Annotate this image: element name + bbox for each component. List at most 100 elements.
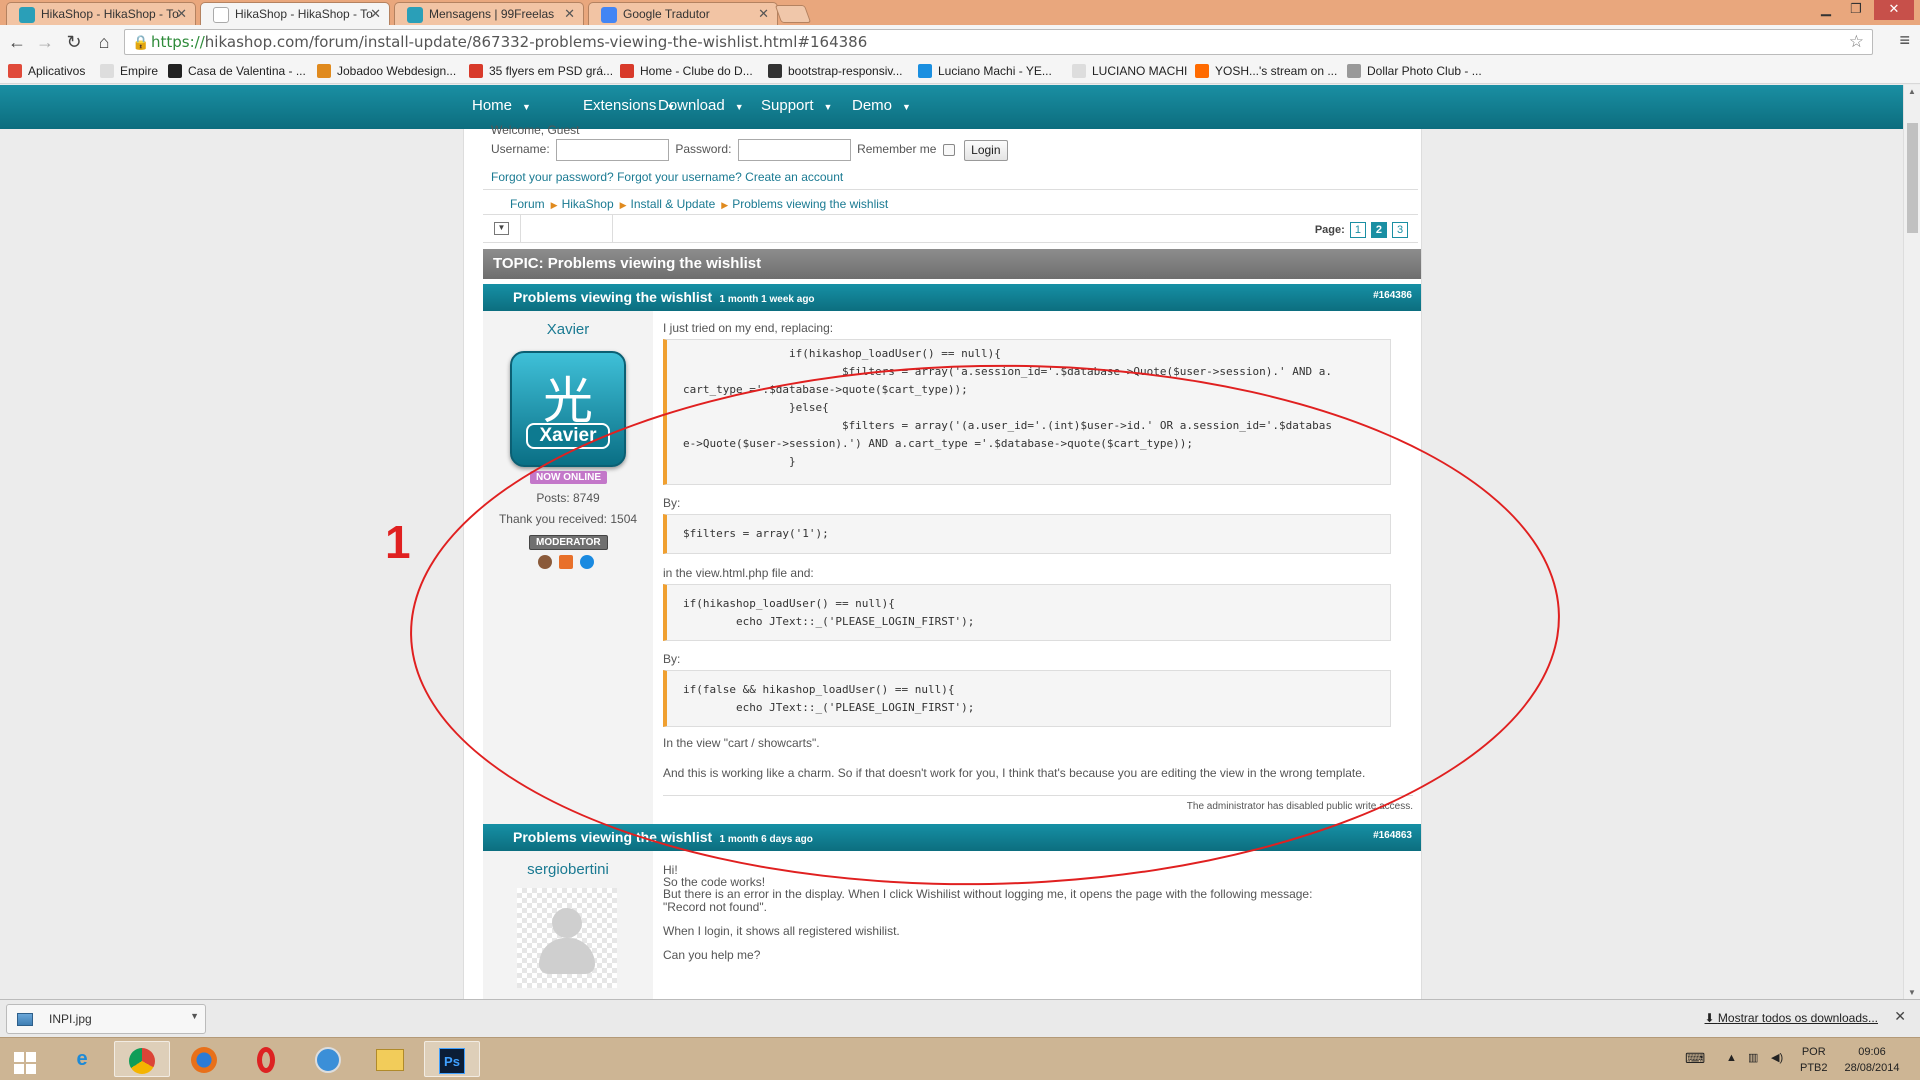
bookmark-item[interactable]: Home - Clube do D... — [620, 64, 753, 78]
keyboard-icon[interactable]: ⌨ — [1685, 1050, 1705, 1066]
reload-icon[interactable]: ↻ — [63, 32, 85, 52]
globe-icon[interactable] — [580, 555, 594, 569]
post-title[interactable]: Problems viewing the wishlist — [513, 289, 712, 305]
username-input[interactable] — [556, 139, 670, 161]
clock-date: 28/08/2014 — [1844, 1062, 1900, 1074]
tab-close-icon[interactable]: ✕ — [370, 6, 381, 22]
bookmark-favicon-icon — [8, 64, 22, 78]
browser-tab-3[interactable]: Mensagens | 99Freelas ✕ — [394, 2, 584, 25]
photoshop-icon[interactable]: Ps — [424, 1041, 480, 1077]
nav-demo-label: Demo — [852, 97, 893, 114]
browser-tab-2[interactable]: HikaShop - HikaShop - To ✕ — [200, 2, 390, 26]
firefox-icon[interactable] — [176, 1041, 232, 1077]
minimize-icon[interactable]: ▁ — [1812, 0, 1840, 20]
home-website-icon[interactable] — [559, 555, 573, 569]
bookmark-item[interactable]: YOSH...'s stream on ... — [1195, 64, 1337, 78]
post-author-panel: Xavier 光 Xavier NOW ONLINE Posts: 8749 T… — [483, 311, 653, 824]
forgot-password-link[interactable]: Forgot your password? — [491, 170, 614, 184]
avatar[interactable]: 光 Xavier — [510, 351, 626, 467]
page-scrollbar[interactable]: ▲ ▼ — [1903, 85, 1920, 999]
file-explorer-icon[interactable] — [362, 1041, 418, 1077]
scrollbar-thumb[interactable] — [1907, 123, 1918, 233]
code-line: $filters = array('1'); — [683, 527, 829, 540]
nav-home-label: Home — [472, 97, 513, 114]
post-id-link[interactable]: #164863 — [1373, 830, 1412, 841]
show-all-downloads-link[interactable]: ⬇ Mostrar todos os downloads... — [1705, 1011, 1878, 1025]
nav-download[interactable]: Download ▼ — [658, 97, 744, 114]
remember-label: Remember me — [857, 142, 937, 157]
new-tab-button[interactable] — [774, 5, 812, 23]
breadcrumb-forum[interactable]: Forum — [510, 197, 545, 211]
tray-expand-icon[interactable]: ▲ — [1726, 1050, 1737, 1066]
dropdown-toggle-icon[interactable]: ▼ — [494, 222, 509, 235]
role-badge: MODERATOR — [529, 535, 608, 550]
author-name-link[interactable]: Xavier — [483, 321, 653, 338]
breadcrumb-hikashop[interactable]: HikaShop — [562, 197, 614, 211]
download-item[interactable]: INPI.jpg ▼ — [6, 1004, 206, 1034]
tab-title: Mensagens | 99Freelas — [429, 7, 555, 21]
window-close-icon[interactable]: ✕ — [1874, 0, 1914, 20]
language-indicator[interactable]: POR PTB2 — [1800, 1044, 1828, 1076]
breadcrumb-topic[interactable]: Problems viewing the wishlist — [732, 197, 888, 211]
avatar-placeholder-body — [539, 938, 595, 974]
code-block: if(hikashop_loadUser() == null){ $filter… — [663, 339, 1391, 485]
avatar[interactable] — [517, 888, 617, 988]
page-favicon-icon — [213, 7, 229, 23]
post-title[interactable]: Problems viewing the wishlist — [513, 829, 712, 845]
home-icon[interactable]: ⌂ — [93, 32, 115, 52]
chrome-menu-icon[interactable]: ≡ — [1899, 30, 1910, 51]
forward-arrow-icon[interactable]: → — [34, 32, 56, 52]
page-link-1[interactable]: 1 — [1349, 222, 1366, 238]
nav-home[interactable]: Home ▼ — [472, 97, 531, 114]
bookmark-item[interactable]: Casa de Valentina - ... — [168, 64, 306, 78]
browser-tab-4[interactable]: Google Tradutor ✕ — [588, 2, 778, 25]
bookmark-item[interactable]: Empire — [100, 64, 158, 78]
breadcrumb-install-update[interactable]: Install & Update — [631, 197, 716, 211]
user-profile-icon[interactable] — [538, 555, 552, 569]
back-arrow-icon[interactable]: ← — [6, 32, 28, 52]
remember-checkbox[interactable] — [942, 144, 955, 156]
bookmark-item[interactable]: LUCIANO MACHI — [1072, 64, 1187, 78]
close-download-shelf-icon[interactable]: ✕ — [1894, 1008, 1906, 1025]
clock[interactable]: 09:06 28/08/2014 — [1842, 1044, 1902, 1076]
chevron-down-icon[interactable]: ▼ — [190, 1011, 199, 1021]
login-button[interactable]: Login — [964, 139, 1008, 161]
windows-taskbar: e Ps ⌨ ▲ ▥ ◀) POR PTB2 09:06 28/08/2014 — [0, 1037, 1920, 1080]
volume-icon[interactable]: ◀) — [1771, 1050, 1783, 1066]
internet-explorer-icon[interactable]: e — [54, 1041, 110, 1077]
address-bar[interactable]: 🔒 https://hikashop.com/forum/install-upd… — [124, 29, 1873, 55]
maximize-icon[interactable]: ❐ — [1842, 0, 1870, 20]
password-input[interactable] — [737, 139, 851, 161]
bookmark-item[interactable]: Aplicativos — [8, 64, 85, 78]
bookmark-item[interactable]: bootstrap-responsiv... — [768, 64, 903, 78]
tab-close-icon[interactable]: ✕ — [176, 6, 187, 22]
nav-demo[interactable]: Demo ▼ — [852, 97, 911, 114]
nav-download-label: Download — [658, 97, 725, 114]
start-button[interactable] — [0, 1041, 56, 1077]
network-icon[interactable]: ▥ — [1748, 1050, 1758, 1066]
post-body: Hi! So the code works! But there is an err… — [663, 851, 1413, 999]
bookmark-item[interactable]: Luciano Machi - YE... — [918, 64, 1052, 78]
safari-icon[interactable] — [300, 1041, 356, 1077]
bookmark-item[interactable]: Dollar Photo Club - ... — [1347, 64, 1482, 78]
create-account-link[interactable]: Create an account — [745, 170, 843, 184]
browser-tab-1[interactable]: HikaShop - HikaShop - To ✕ — [6, 2, 196, 25]
page-link-3[interactable]: 3 — [1392, 222, 1408, 238]
tab-close-icon[interactable]: ✕ — [758, 6, 769, 22]
forgot-username-link[interactable]: Forgot your username? — [617, 170, 742, 184]
url-text: hikashop.com/forum/install-update/867332… — [204, 33, 868, 51]
download-filename: INPI.jpg — [49, 1012, 92, 1026]
clock-time: 09:06 — [1858, 1046, 1886, 1058]
opera-icon[interactable] — [238, 1041, 294, 1077]
tab-close-icon[interactable]: ✕ — [564, 6, 575, 22]
post-id-link[interactable]: #164386 — [1373, 290, 1412, 301]
scroll-up-icon[interactable]: ▲ — [1904, 87, 1920, 96]
bookmark-star-icon[interactable]: ☆ — [1849, 30, 1864, 54]
nav-support[interactable]: Support ▼ — [761, 97, 832, 114]
chrome-icon[interactable] — [114, 1041, 170, 1077]
bookmark-item[interactable]: Jobadoo Webdesign... — [317, 64, 456, 78]
scroll-down-icon[interactable]: ▼ — [1904, 988, 1920, 997]
author-name-link[interactable]: sergiobertini — [483, 861, 653, 878]
bookmark-item[interactable]: 35 flyers em PSD grá... — [469, 64, 613, 78]
bookmark-label: Dollar Photo Club - ... — [1367, 64, 1482, 78]
